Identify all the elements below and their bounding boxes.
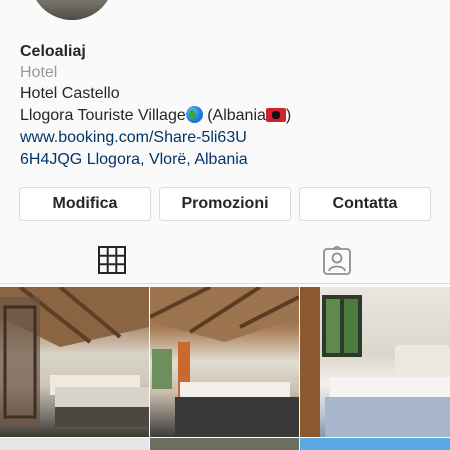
globe-icon	[185, 106, 203, 123]
profile-category: Hotel	[20, 64, 58, 81]
contact-button[interactable]: Contatta	[299, 187, 431, 221]
photo-thumbnail[interactable]	[150, 438, 299, 450]
photo-thumbnail[interactable]	[0, 438, 149, 450]
bio-line-1: Hotel Castello	[20, 85, 120, 102]
website-link[interactable]: www.booking.com/Share-5li63U	[20, 127, 440, 149]
bio-line-2: Llogora Touriste Village (Albania)	[20, 105, 440, 127]
photo-thumbnail[interactable]	[300, 287, 450, 437]
photo-thumbnail[interactable]	[300, 438, 450, 450]
profile-info: Celoaliaj Hotel Hotel Castello Llogora T…	[20, 42, 440, 171]
bio-village-text: Llogora Touriste Village	[20, 107, 186, 124]
bio-close-paren: )	[285, 107, 292, 124]
albania-flag-icon	[265, 108, 286, 122]
bio-country-text: (Albania	[207, 107, 266, 124]
username: Celoaliaj	[20, 43, 86, 60]
photo-thumbnail[interactable]	[150, 287, 299, 437]
profile-tabs	[0, 236, 450, 284]
photo-grid	[0, 287, 450, 450]
avatar[interactable]	[30, 0, 114, 20]
grid-icon[interactable]	[98, 246, 126, 274]
tagged-person-icon[interactable]	[322, 245, 352, 276]
edit-profile-button[interactable]: Modifica	[19, 187, 151, 221]
address-link[interactable]: 6H4JQG Llogora, Vlorë, Albania	[20, 149, 440, 171]
profile-actions: Modifica Promozioni Contatta	[19, 187, 431, 221]
promotions-button[interactable]: Promozioni	[159, 187, 291, 221]
photo-thumbnail[interactable]	[0, 287, 149, 437]
profile-avatar-area: +	[30, 0, 120, 20]
